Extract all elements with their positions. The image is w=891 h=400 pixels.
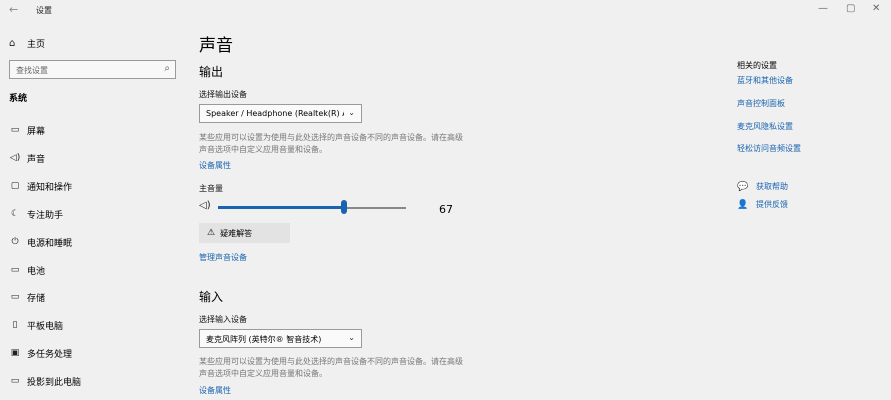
input-device-properties-link[interactable]: 设备属性 bbox=[199, 385, 231, 396]
window-title: 设置 bbox=[36, 6, 52, 15]
related-link-ease-of-access-audio[interactable]: 轻松访问音频设置 bbox=[737, 143, 801, 154]
title-bar: ← 设置 — ▢ ✕ bbox=[0, 0, 891, 20]
storage-icon: ▭ bbox=[10, 292, 20, 302]
sidebar-item-notifications[interactable]: ▢ 通知和操作 bbox=[0, 175, 185, 197]
troubleshoot-label: 疑难解答 bbox=[220, 228, 253, 238]
close-icon[interactable]: ✕ bbox=[872, 3, 880, 14]
notification-icon: ▢ bbox=[10, 181, 20, 191]
sidebar-item-label: 声音 bbox=[27, 154, 46, 165]
output-device-value: Speaker / Headphone (Realtek(R) Au... bbox=[206, 109, 344, 118]
input-select-label: 选择输入设备 bbox=[199, 315, 247, 324]
sidebar-item-label: 投影到此电脑 bbox=[27, 377, 82, 388]
feedback-icon: 👤 bbox=[737, 199, 749, 210]
volume-value: 67 bbox=[439, 203, 453, 216]
troubleshoot-button[interactable]: ⚠ 疑难解答 bbox=[199, 223, 290, 243]
manage-sound-devices-link[interactable]: 管理声音设备 bbox=[199, 252, 247, 263]
sidebar-item-power[interactable]: ⏻ 电源和睡眠 bbox=[0, 231, 185, 253]
help-chat-icon: 💬 bbox=[737, 181, 749, 192]
output-device-properties-link[interactable]: 设备属性 bbox=[199, 160, 231, 171]
home-icon: ⌂ bbox=[9, 38, 16, 49]
battery-icon: ▭ bbox=[10, 265, 20, 275]
related-settings-title: 相关的设置 bbox=[737, 61, 777, 70]
sidebar-item-tablet[interactable]: ▯ 平板电脑 bbox=[0, 314, 185, 336]
input-heading: 输入 bbox=[199, 290, 224, 304]
display-icon: ▭ bbox=[10, 125, 20, 135]
get-help-link[interactable]: 💬 获取帮助 bbox=[737, 181, 788, 192]
tablet-icon: ▯ bbox=[12, 320, 18, 330]
volume-slider-fill bbox=[218, 206, 344, 209]
chevron-down-icon: ⌄ bbox=[348, 333, 355, 342]
input-device-value: 麦克风阵列 (英特尔® 智音技术) bbox=[206, 335, 322, 344]
output-select-label: 选择输出设备 bbox=[199, 90, 247, 99]
output-device-dropdown[interactable]: Speaker / Headphone (Realtek(R) Au... ⌄ bbox=[199, 104, 362, 123]
search-input[interactable]: 查找设置 ⌕ bbox=[9, 60, 176, 79]
search-placeholder: 查找设置 bbox=[16, 66, 48, 75]
get-help-label: 获取帮助 bbox=[756, 182, 788, 191]
page-title: 声音 bbox=[199, 36, 233, 56]
related-settings: 相关的设置 蓝牙和其他设备 声音控制面板 麦克风隐私设置 轻松访问音频设置 💬 … bbox=[737, 20, 887, 400]
sidebar-item-projecting[interactable]: ▭ 投影到此电脑 bbox=[0, 370, 185, 392]
input-device-dropdown[interactable]: 麦克风阵列 (英特尔® 智音技术) ⌄ bbox=[199, 329, 362, 348]
sidebar-item-storage[interactable]: ▭ 存储 bbox=[0, 286, 185, 308]
sidebar-item-label: 屏幕 bbox=[27, 126, 46, 137]
related-link-microphone-privacy[interactable]: 麦克风隐私设置 bbox=[737, 121, 793, 132]
sidebar-item-label: 电池 bbox=[27, 266, 46, 277]
project-icon: ▭ bbox=[10, 376, 20, 386]
sidebar-item-multitasking[interactable]: ▣ 多任务处理 bbox=[0, 342, 185, 364]
home-link[interactable]: ⌂ 主页 bbox=[9, 37, 45, 50]
sidebar-item-label: 电源和睡眠 bbox=[27, 238, 73, 249]
section-title: 系统 bbox=[9, 94, 28, 104]
warning-icon: ⚠ bbox=[207, 228, 216, 238]
sidebar-item-display[interactable]: ▭ 屏幕 bbox=[0, 119, 185, 141]
main-content: 声音 输出 选择输出设备 Speaker / Headphone (Realte… bbox=[199, 20, 719, 400]
sidebar-item-label: 存储 bbox=[27, 293, 46, 304]
input-description: 某些应用可以设置为使用与此处选择的声音设备不同的声音设备。请在高级声音选项中自定… bbox=[199, 357, 463, 378]
volume-icon[interactable]: ◁) bbox=[199, 200, 211, 211]
minimize-icon[interactable]: — bbox=[818, 3, 828, 14]
output-heading: 输出 bbox=[199, 65, 224, 79]
sidebar-item-sound[interactable]: ◁) 声音 bbox=[0, 147, 185, 169]
master-volume-label: 主音量 bbox=[199, 184, 223, 193]
maximize-icon[interactable]: ▢ bbox=[846, 3, 855, 14]
moon-icon: ☾ bbox=[10, 209, 20, 219]
back-arrow-icon[interactable]: ← bbox=[9, 3, 18, 16]
related-link-sound-control-panel[interactable]: 声音控制面板 bbox=[737, 98, 785, 109]
sidebar-item-label: 通知和操作 bbox=[27, 182, 73, 193]
speaker-icon: ◁) bbox=[9, 153, 21, 163]
output-description: 某些应用可以设置为使用与此处选择的声音设备不同的声音设备。请在高级声音选项中自定… bbox=[199, 133, 463, 154]
home-label: 主页 bbox=[27, 40, 46, 50]
sidebar: ⌂ 主页 查找设置 ⌕ 系统 ▭ 屏幕 ◁) 声音 ▢ 通知和操作 ☾ 专注助手… bbox=[0, 20, 185, 400]
chevron-down-icon: ⌄ bbox=[348, 108, 355, 117]
multitask-icon: ▣ bbox=[10, 348, 20, 358]
sidebar-item-focus-assist[interactable]: ☾ 专注助手 bbox=[0, 203, 185, 225]
feedback-link[interactable]: 👤 提供反馈 bbox=[737, 199, 788, 210]
feedback-label: 提供反馈 bbox=[756, 200, 788, 209]
volume-slider-thumb[interactable] bbox=[341, 200, 347, 214]
sidebar-item-label: 平板电脑 bbox=[27, 321, 64, 332]
power-icon: ⏻ bbox=[11, 237, 19, 247]
sidebar-item-label: 多任务处理 bbox=[27, 349, 73, 360]
sidebar-item-battery[interactable]: ▭ 电池 bbox=[0, 259, 185, 281]
sidebar-item-label: 专注助手 bbox=[27, 210, 64, 221]
related-link-bluetooth[interactable]: 蓝牙和其他设备 bbox=[737, 75, 793, 86]
search-icon[interactable]: ⌕ bbox=[164, 63, 170, 74]
